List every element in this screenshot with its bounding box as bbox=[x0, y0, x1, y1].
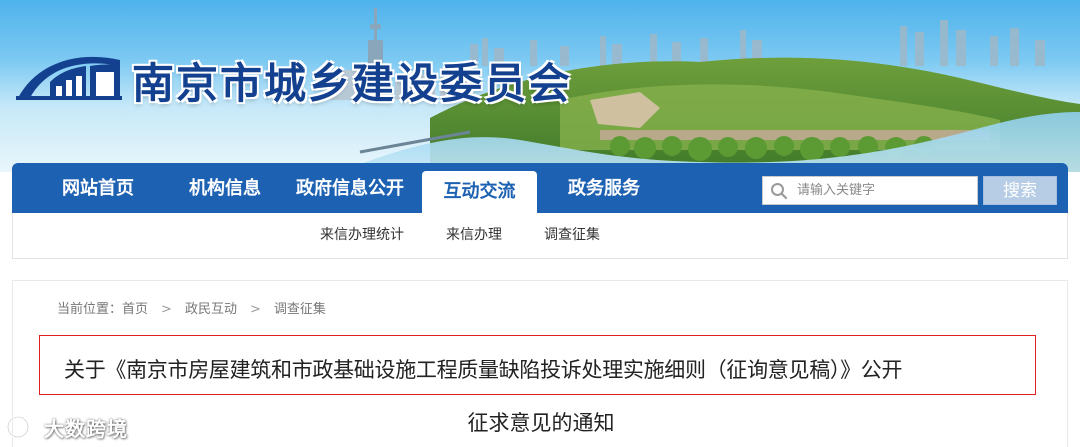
breadcrumb-survey-link[interactable]: 调查征集 bbox=[274, 302, 326, 317]
breadcrumb-interaction-link[interactable]: 政民互动 bbox=[185, 302, 237, 317]
site-logo-icon bbox=[16, 56, 122, 100]
watermark: 大数跨境 bbox=[6, 413, 128, 441]
main-nav: 网站首页 机构信息 政府信息公开 互动交流 政务服务 搜索 bbox=[12, 163, 1068, 213]
search-icon bbox=[771, 183, 788, 200]
article-title-line2: 征求意见的通知 bbox=[467, 411, 615, 435]
site-banner: 南京市城乡建设委员会 bbox=[0, 0, 1080, 172]
title-highlight-box: 关于《南京市房屋建筑和市政基础设施工程质量缺陷投诉处理实施细则（征询意见稿）》公… bbox=[39, 335, 1036, 395]
nav-interaction[interactable]: 互动交流 bbox=[422, 171, 537, 213]
watermark-text: 大数跨境 bbox=[44, 416, 128, 441]
breadcrumb-home-link[interactable]: 首页 bbox=[122, 302, 148, 317]
nav-home[interactable]: 网站首页 bbox=[62, 163, 134, 213]
site-title: 南京市城乡建设委员会 bbox=[132, 59, 573, 108]
breadcrumb-prefix: 当前位置： bbox=[57, 302, 123, 317]
subnav-letter-statistics[interactable]: 来信办理统计 bbox=[320, 213, 404, 258]
search-input[interactable] bbox=[797, 177, 973, 204]
nav-organization-info[interactable]: 机构信息 bbox=[189, 163, 261, 213]
subnav-letter-handling[interactable]: 来信办理 bbox=[446, 213, 502, 258]
sub-nav: 来信办理统计 来信办理 调查征集 bbox=[12, 213, 1068, 259]
search-box bbox=[762, 176, 978, 205]
breadcrumb-separator-icon: > bbox=[161, 302, 172, 317]
article-title-line1: 关于《南京市房屋建筑和市政基础设施工程质量缺陷投诉处理实施细则（征询意见稿）》公… bbox=[64, 358, 903, 382]
nav-government-services[interactable]: 政务服务 bbox=[568, 163, 640, 213]
article-content: 当前位置：首页 > 政民互动 > 调查征集 关于《南京市房屋建筑和市政基础设施工程质量缺… bbox=[12, 280, 1068, 447]
nav-government-info-disclosure[interactable]: 政府信息公开 bbox=[296, 163, 404, 213]
breadcrumb-separator-icon: > bbox=[249, 302, 261, 317]
watermark-logo-icon bbox=[6, 415, 40, 439]
breadcrumb: 当前位置：首页 > 政民互动 > 调查征集 bbox=[57, 298, 326, 317]
subnav-survey-collection[interactable]: 调查征集 bbox=[544, 213, 600, 258]
search-button[interactable]: 搜索 bbox=[983, 176, 1057, 205]
